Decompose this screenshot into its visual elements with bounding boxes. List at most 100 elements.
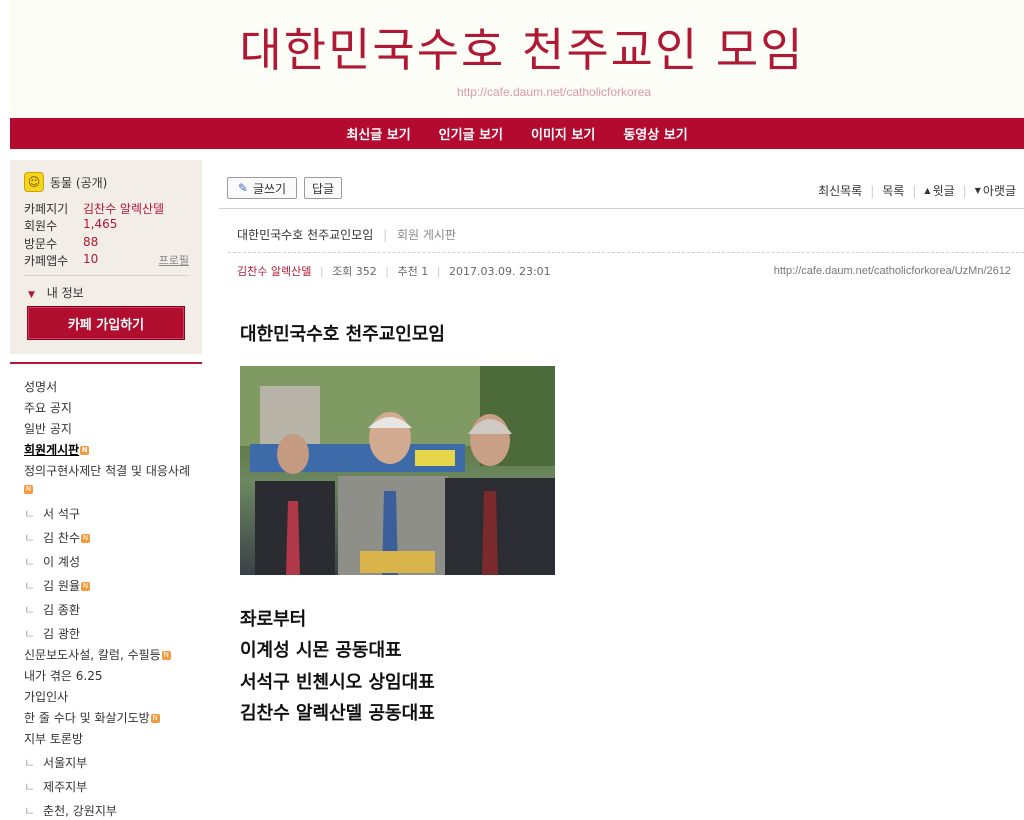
subitem-branch-icon: ㄴ <box>24 603 36 617</box>
info-label: 카페앱수 <box>24 254 69 268</box>
board-item[interactable]: 정의구현사제단 척결 및 대응사례 N <box>24 462 190 494</box>
board-label: 일반 공지 <box>24 422 72 436</box>
apps-count: 10 <box>83 252 99 266</box>
post-url[interactable]: http://cafe.daum.net/catholicforkorea/Uz… <box>774 265 1011 277</box>
post-views: 조회 352 <box>332 265 377 278</box>
board-item[interactable]: 일반 공지 <box>24 420 72 437</box>
reply-button[interactable]: 답글 <box>304 177 342 199</box>
pencil-icon: ✎ <box>237 181 248 195</box>
board-label: 신문보도사설, 칼럼, 수필등 <box>24 648 161 662</box>
divider <box>10 362 202 364</box>
visits-count: 88 <box>83 235 99 249</box>
nav-latest-posts[interactable]: 최신글 보기 <box>346 124 410 143</box>
board-label: 춘천, 강원지부 <box>43 804 117 818</box>
my-info-toggle[interactable]: ▼ 내 정보 <box>28 284 84 301</box>
triangle-down-icon: ▼ <box>974 186 981 195</box>
info-label: 회원수 <box>24 219 58 233</box>
info-label: 카페지기 <box>24 202 69 216</box>
caption-line: 이계성 시몬 공동대표 <box>240 640 402 661</box>
sub-board-item[interactable]: ㄴ 제주지부 <box>24 778 87 795</box>
smile-icon: ☺ <box>24 172 44 192</box>
board-label: 주요 공지 <box>24 401 72 415</box>
info-row-visits: 방문수 88 <box>24 235 98 252</box>
breadcrumb: 대한민국수호 천주교인모임 | 회원 게시판 <box>237 226 456 243</box>
prev-post-link[interactable]: 윗글 <box>933 182 955 199</box>
board-label: 내가 겪은 6.25 <box>24 669 103 683</box>
separator: | <box>436 265 441 278</box>
photo-illustration <box>240 366 555 575</box>
new-badge-icon: N <box>80 534 90 543</box>
board-label: 김 광한 <box>43 627 80 641</box>
write-button[interactable]: ✎ 글쓰기 <box>227 177 297 199</box>
write-label: 글쓰기 <box>252 181 287 196</box>
sub-board-item[interactable]: ㄴ 김 광한 <box>24 625 80 642</box>
subitem-branch-icon: ㄴ <box>24 531 36 545</box>
list-link[interactable]: 목록 <box>882 182 904 199</box>
sub-board-item[interactable]: ㄴ 김 종환 <box>24 601 80 618</box>
my-info-label: 내 정보 <box>46 286 84 300</box>
separator: | <box>912 183 917 198</box>
board-item[interactable]: 회원게시판 N <box>24 441 90 458</box>
board-label: 김 찬수 <box>43 531 80 545</box>
members-count[interactable]: 1,465 <box>83 217 117 231</box>
recent-list-link[interactable]: 최신목록 <box>818 182 862 199</box>
sub-board-item[interactable]: ㄴ 김 찬수 N <box>24 529 90 546</box>
sub-board-item[interactable]: ㄴ 춘천, 강원지부 <box>24 802 117 819</box>
board-label: 제주지부 <box>43 780 88 794</box>
owner-link[interactable]: 김찬수 알렉산델 <box>83 200 164 217</box>
separator: | <box>385 265 390 278</box>
board-label: 지부 토론방 <box>24 732 84 746</box>
subitem-branch-icon: ㄴ <box>24 756 36 770</box>
board-item[interactable]: 신문보도사설, 칼럼, 수필등 N <box>24 646 171 663</box>
board-item[interactable]: 내가 겪은 6.25 <box>24 667 103 684</box>
sub-board-item[interactable]: ㄴ 김 원율 N <box>24 577 90 594</box>
board-item[interactable]: 주요 공지 <box>24 399 72 416</box>
subitem-branch-icon: ㄴ <box>24 579 36 593</box>
nav-videos[interactable]: 동영상 보기 <box>623 124 687 143</box>
post-navigation: 최신목록 | 목록 | ▲ 윗글 | ▼ 아랫글 <box>818 182 1016 199</box>
caption-line: 좌로부터 <box>240 609 307 630</box>
subitem-branch-icon: ㄴ <box>24 780 36 794</box>
cafe-title[interactable]: 대한민국수호 천주교인 모임 <box>10 14 1024 80</box>
separator: | <box>319 265 324 278</box>
post-photo[interactable] <box>240 366 555 575</box>
info-label: 방문수 <box>24 237 58 251</box>
join-cafe-button[interactable]: 카페 가입하기 <box>27 306 185 340</box>
top-navigation: 최신글 보기 인기글 보기 이미지 보기 동영상 보기 <box>10 118 1024 149</box>
nav-popular-posts[interactable]: 인기글 보기 <box>439 124 503 143</box>
new-badge-icon: N <box>161 651 171 660</box>
profile-link[interactable]: 프로필 <box>159 252 189 268</box>
caption-line: 서석구 빈첸시오 상임대표 <box>240 672 435 693</box>
board-item[interactable]: 지부 토론방 <box>24 730 83 747</box>
nav-images[interactable]: 이미지 보기 <box>531 124 595 143</box>
post-meta: 김찬수 알렉산델 | 조회 352 | 추천 1 | 2017.03.09. 2… <box>237 263 551 279</box>
cafe-url[interactable]: http://cafe.daum.net/catholicforkorea <box>10 85 1024 99</box>
divider <box>24 275 189 276</box>
board-item[interactable]: 한 줄 수다 및 화살기도방 N <box>24 709 160 726</box>
board-label: 회원게시판 <box>24 443 80 457</box>
new-badge-icon: N <box>150 714 160 723</box>
caption-line: 김찬수 알렉산델 공동대표 <box>240 703 435 724</box>
sub-board-item[interactable]: ㄴ 서 석구 <box>24 505 80 522</box>
board-label: 정의구현사제단 척결 및 대응사례 <box>24 464 191 478</box>
sub-board-item[interactable]: ㄴ 이 계성 <box>24 553 80 570</box>
separator: | <box>383 228 388 242</box>
subitem-branch-icon: ㄴ <box>24 804 36 818</box>
board-label: 서 석구 <box>43 507 80 521</box>
board-label: 서울지부 <box>43 756 88 770</box>
board-item[interactable]: 가입인사 <box>24 688 68 705</box>
divider <box>228 252 1024 253</box>
info-row-owner: 카페지기 김찬수 알렉산델 <box>24 200 164 217</box>
board-label: 김 원율 <box>43 579 80 593</box>
triangle-down-icon: ▼ <box>28 290 35 300</box>
breadcrumb-cafe[interactable]: 대한민국수호 천주교인모임 <box>237 228 373 242</box>
divider <box>219 208 1024 209</box>
board-item[interactable]: 성명서 <box>24 378 57 395</box>
post-author[interactable]: 김찬수 알렉산델 <box>237 265 311 278</box>
next-post-link[interactable]: 아랫글 <box>983 182 1016 199</box>
info-row-members: 회원수 1,465 <box>24 217 117 234</box>
cafe-status: ☺ 동물 (공개) <box>24 172 107 192</box>
breadcrumb-board[interactable]: 회원 게시판 <box>397 228 456 242</box>
subitem-branch-icon: ㄴ <box>24 555 36 569</box>
sub-board-item[interactable]: ㄴ 서울지부 <box>24 754 87 771</box>
